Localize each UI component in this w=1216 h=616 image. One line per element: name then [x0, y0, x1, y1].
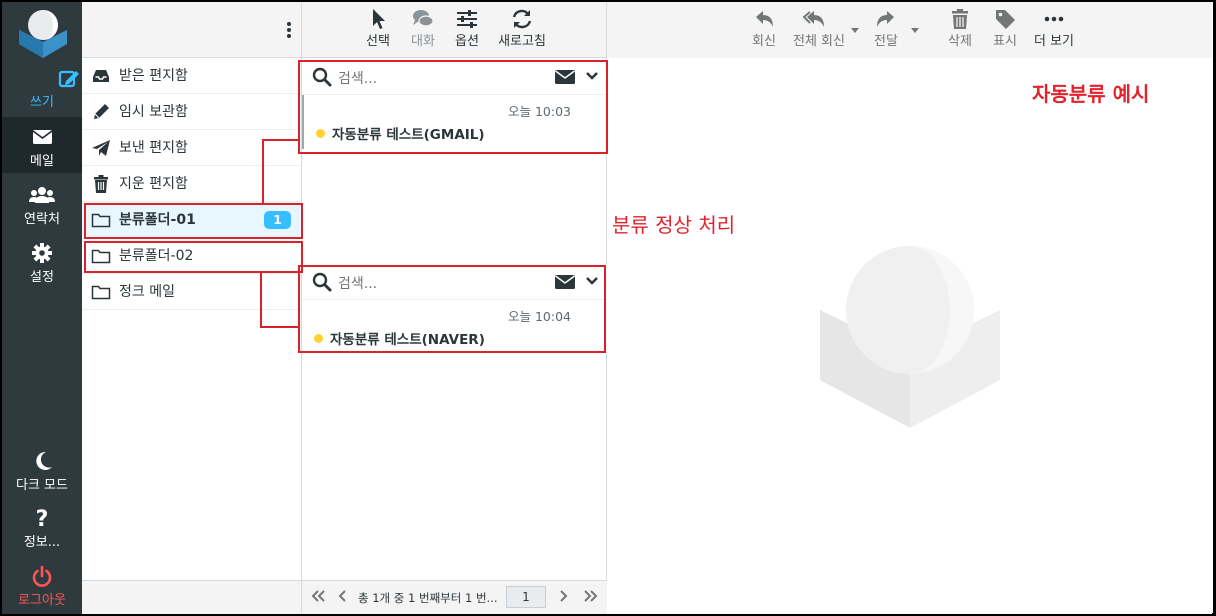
mark-label: 표시: [993, 34, 1017, 49]
annotation-connector: [260, 326, 299, 328]
prev-page-icon[interactable]: [338, 589, 348, 603]
folder-menu-icon[interactable]: [285, 21, 293, 39]
mail-label: 메일: [30, 154, 54, 169]
trash-icon: [952, 9, 968, 29]
reply-all-icon: [802, 11, 824, 27]
sliders-icon: [457, 10, 477, 28]
reply-icon: [756, 11, 773, 27]
folder-header: [82, 2, 301, 58]
folder-label: 받은 편지함: [119, 68, 188, 84]
annotation-note: 분류 정상 처리: [612, 213, 736, 237]
trash-icon: [94, 175, 108, 193]
reply-all-dropdown-icon[interactable]: [851, 28, 859, 33]
folder-item-trash[interactable]: 지운 편지함: [82, 166, 301, 202]
contacts-button[interactable]: 연락처: [2, 175, 82, 231]
delete-label: 삭제: [948, 34, 972, 49]
folder-icon: [91, 285, 111, 300]
annotation-connector: [262, 139, 299, 141]
dark-mode-label: 다크 모드: [16, 478, 68, 493]
reply-all-label: 전체 회신: [793, 34, 845, 49]
comments-icon: [413, 10, 434, 27]
reply-all-button[interactable]: 전체 회신: [791, 8, 859, 49]
annotation-connector: [262, 139, 264, 204]
folder-footer: [82, 580, 301, 614]
pagination-text: 총 1개 중 1 번째부터 1 번...: [358, 591, 498, 605]
tag-icon: [996, 10, 1015, 29]
forward-label: 전달: [874, 34, 898, 49]
options-label: 옵션: [455, 34, 479, 49]
roundcube-watermark-logo: [820, 246, 1000, 428]
annotation-box-naver: [298, 265, 606, 353]
envelope-icon: [32, 130, 53, 144]
more-button[interactable]: 더 보기: [1033, 8, 1075, 49]
reply-button[interactable]: 회신: [747, 8, 781, 49]
first-page-icon[interactable]: [310, 589, 326, 603]
annotation-connector: [260, 272, 262, 328]
annotation-box-folder-01: [84, 203, 303, 239]
settings-button[interactable]: 설정: [2, 233, 82, 289]
roundcube-logo: [19, 10, 67, 58]
question-icon: ?: [36, 507, 49, 530]
threads-button[interactable]: 대화: [408, 8, 438, 49]
users-icon: [29, 187, 55, 203]
forward-icon: [877, 11, 894, 27]
main-navigation: 쓰기 메일 연락처 설정 다크 모드 ? 정보... 로그아웃: [2, 2, 82, 614]
folder-label: 지운 편지함: [119, 176, 188, 192]
options-button[interactable]: 옵션: [452, 8, 482, 49]
contacts-label: 연락처: [24, 212, 60, 227]
list-toolbar: 선택 대화 옵션 새로고침: [302, 2, 606, 58]
refresh-button[interactable]: 새로고침: [496, 8, 548, 49]
threads-label: 대화: [411, 34, 435, 49]
about-button[interactable]: ? 정보...: [2, 498, 82, 554]
mail-button[interactable]: 메일: [2, 117, 82, 173]
compose-icon: [58, 70, 79, 88]
message-toolbar: 회신 전체 회신 전달 삭제 표시 더 보기: [607, 2, 1212, 58]
folder-label: 정크 메일: [119, 284, 175, 300]
annotation-box-gmail: [298, 60, 608, 154]
forward-button[interactable]: 전달: [871, 8, 919, 49]
select-label: 선택: [366, 34, 390, 49]
folder-item-drafts[interactable]: 임시 보관함: [82, 94, 301, 130]
about-label: 정보...: [23, 535, 61, 550]
power-icon: [32, 565, 52, 587]
select-button[interactable]: 선택: [362, 8, 394, 49]
paper-plane-icon: [92, 140, 110, 156]
logout-button[interactable]: 로그아웃: [2, 556, 82, 612]
compose-label: 쓰기: [30, 95, 54, 110]
next-page-icon[interactable]: [558, 589, 568, 603]
folder-label: 임시 보관함: [119, 104, 188, 120]
reply-label: 회신: [752, 34, 776, 49]
inbox-icon: [93, 70, 109, 82]
settings-label: 설정: [30, 270, 54, 285]
cursor-icon: [373, 9, 385, 29]
forward-dropdown-icon[interactable]: [911, 28, 919, 33]
folder-item-sent[interactable]: 보낸 편지함: [82, 130, 301, 166]
page-number-input[interactable]: 1: [506, 586, 546, 608]
gear-icon: [32, 243, 52, 263]
more-dots-icon: [1044, 16, 1064, 22]
annotation-title: 자동분류 예시: [1032, 82, 1150, 106]
folder-item-junk[interactable]: 정크 메일: [82, 274, 301, 310]
pagination-bar: 총 1개 중 1 번째부터 1 번... 1: [302, 580, 607, 614]
annotation-box-folder-02: [84, 241, 303, 273]
mark-button[interactable]: 표시: [990, 8, 1020, 49]
more-label: 더 보기: [1033, 34, 1074, 49]
dark-mode-button[interactable]: 다크 모드: [2, 441, 82, 497]
refresh-icon: [512, 9, 532, 29]
delete-button[interactable]: 삭제: [945, 8, 975, 49]
refresh-label: 새로고침: [498, 34, 546, 49]
svg-text:?: ?: [36, 507, 49, 530]
folder-panel: 받은 편지함 임시 보관함 보낸 편지함 지운 편지함 분류폴더-01 1 분류…: [82, 2, 302, 614]
pencil-icon: [94, 104, 109, 119]
last-page-icon[interactable]: [583, 589, 599, 603]
compose-button[interactable]: 쓰기: [2, 58, 82, 114]
logout-label: 로그아웃: [18, 593, 66, 608]
moon-icon: [36, 451, 52, 470]
folder-item-inbox[interactable]: 받은 편지함: [82, 58, 301, 94]
folder-label: 보낸 편지함: [119, 140, 188, 156]
